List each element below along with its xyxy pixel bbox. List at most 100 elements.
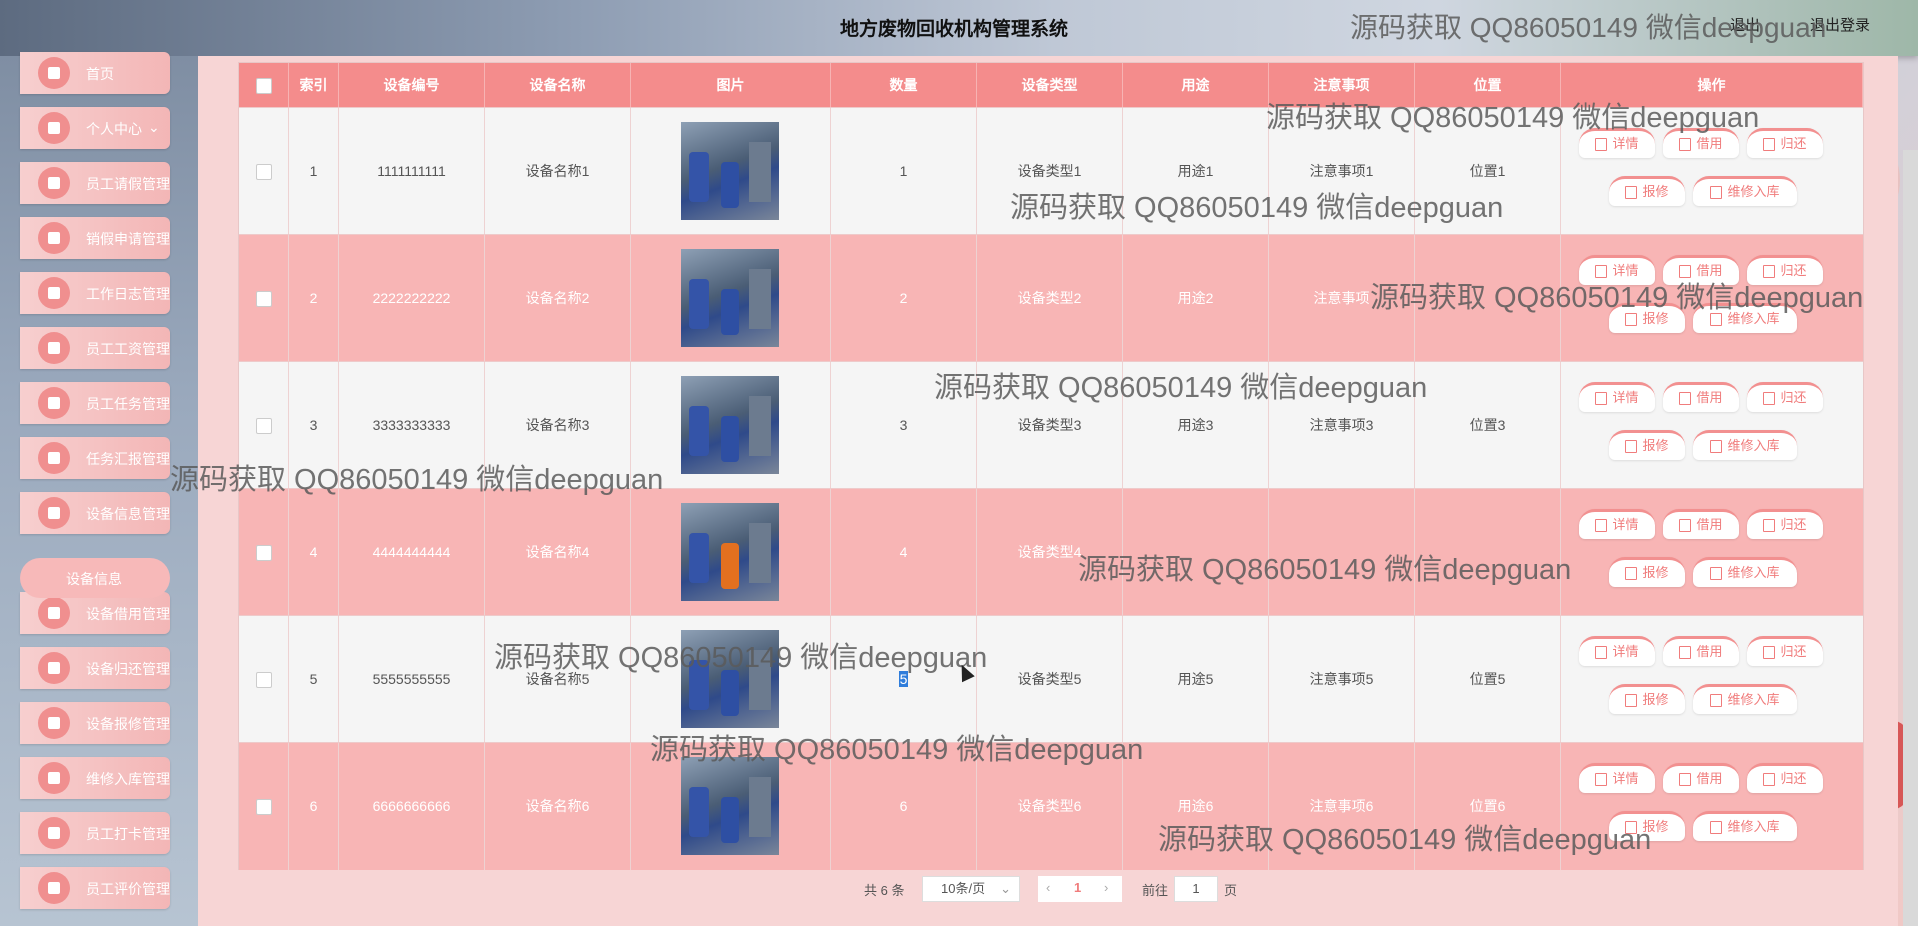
detail-button[interactable]: 详情 bbox=[1579, 636, 1655, 666]
sidebar-item[interactable]: 工作日志管理 bbox=[20, 272, 170, 314]
sidebar-item[interactable]: 设备借用管理 bbox=[20, 592, 170, 634]
cell-text: 位置3 bbox=[1469, 417, 1506, 433]
cell-name: 设备名称2 bbox=[485, 235, 631, 362]
detail-button[interactable]: 详情 bbox=[1579, 255, 1655, 285]
sidebar-item[interactable]: 员工请假管理 bbox=[20, 162, 170, 204]
row-checkbox[interactable] bbox=[255, 164, 272, 181]
monitor-icon bbox=[38, 277, 70, 309]
cell-text: 位置1 bbox=[1469, 163, 1506, 179]
row-checkbox[interactable] bbox=[255, 672, 272, 689]
repair-button[interactable]: 报修 bbox=[1609, 557, 1685, 587]
checkbox[interactable] bbox=[255, 78, 272, 95]
select-all-checkbox[interactable] bbox=[239, 63, 289, 107]
repair-button[interactable]: 报修 bbox=[1609, 176, 1685, 206]
sidebar-item[interactable]: 设备报修管理 bbox=[20, 702, 170, 744]
store-button[interactable]: 维修入库 bbox=[1693, 176, 1797, 206]
return-button[interactable]: 归还 bbox=[1747, 509, 1823, 539]
sidebar-item-label: 设备借用管理 bbox=[86, 606, 170, 622]
scrollbar[interactable] bbox=[1903, 150, 1918, 926]
repair-button[interactable]: 报修 bbox=[1609, 430, 1685, 460]
clipboard-icon bbox=[38, 872, 70, 904]
sidebar-item[interactable]: 设备信息管理 bbox=[20, 492, 170, 534]
cell-type: 设备类型3 bbox=[977, 362, 1123, 489]
next-page-icon[interactable]: › bbox=[1104, 876, 1108, 900]
cell-text: 设备类型1 bbox=[1017, 163, 1082, 179]
store-button[interactable]: 维修入库 bbox=[1693, 557, 1797, 587]
cell-text: 用途1 bbox=[1177, 163, 1214, 179]
row-select-cell bbox=[239, 616, 289, 743]
store-button[interactable]: 维修入库 bbox=[1693, 684, 1797, 714]
cell-loc: 位置3 bbox=[1415, 362, 1561, 489]
return-button[interactable]: 归还 bbox=[1747, 255, 1823, 285]
device-image[interactable] bbox=[681, 630, 779, 728]
document-icon bbox=[1710, 567, 1723, 581]
device-image[interactable] bbox=[681, 122, 779, 220]
detail-button[interactable]: 详情 bbox=[1579, 382, 1655, 412]
row-checkbox[interactable] bbox=[255, 418, 272, 435]
detail-button[interactable]: 详情 bbox=[1579, 763, 1655, 793]
return-button[interactable]: 归还 bbox=[1747, 763, 1823, 793]
return-button[interactable]: 归还 bbox=[1747, 128, 1823, 158]
cell-text: 注意事项5 bbox=[1309, 671, 1374, 687]
sidebar-item[interactable]: 销假申请管理 bbox=[20, 217, 170, 259]
sidebar-item[interactable]: 任务汇报管理 bbox=[20, 437, 170, 479]
sidebar-item[interactable]: 员工工资管理 bbox=[20, 327, 170, 369]
repair-button[interactable]: 报修 bbox=[1609, 303, 1685, 333]
borrow-button[interactable]: 借用 bbox=[1663, 509, 1739, 539]
exit-link[interactable]: 退出 bbox=[1730, 14, 1760, 35]
cell-use: 用途5 bbox=[1123, 616, 1269, 743]
button-label: 详情 bbox=[1612, 390, 1639, 405]
sidebar-item-label: 维修入库管理 bbox=[86, 771, 170, 787]
cell-name: 设备名称6 bbox=[485, 743, 631, 870]
sidebar-item[interactable]: 员工任务管理 bbox=[20, 382, 170, 424]
row-checkbox[interactable] bbox=[255, 291, 272, 308]
detail-button[interactable]: 详情 bbox=[1579, 509, 1655, 539]
document-icon bbox=[1679, 773, 1692, 787]
sidebar-item[interactable]: 员工打卡管理 bbox=[20, 812, 170, 854]
cell-text: 注意事项1 bbox=[1309, 163, 1374, 179]
cell-qty: 1 bbox=[831, 108, 977, 235]
device-image[interactable] bbox=[681, 757, 779, 855]
cell-type: 设备类型4 bbox=[977, 489, 1123, 616]
row-checkbox[interactable] bbox=[255, 799, 272, 816]
device-image[interactable] bbox=[681, 249, 779, 347]
prev-page-icon[interactable]: ‹ bbox=[1046, 876, 1050, 900]
sidebar-item[interactable]: 员工评价管理 bbox=[20, 867, 170, 909]
return-button[interactable]: 归还 bbox=[1747, 636, 1823, 666]
store-button[interactable]: 维修入库 bbox=[1693, 430, 1797, 460]
store-button[interactable]: 维修入库 bbox=[1693, 811, 1797, 841]
chevron-down-icon: ⌄ bbox=[1000, 881, 1011, 896]
logout-link[interactable]: 退出登录 bbox=[1810, 14, 1870, 35]
borrow-button[interactable]: 借用 bbox=[1663, 636, 1739, 666]
current-page[interactable]: 1 bbox=[1074, 876, 1081, 900]
sidebar-item[interactable]: 个人中心 ⌄ bbox=[20, 107, 170, 149]
grid-icon bbox=[38, 387, 70, 419]
page-size-select[interactable]: 10条/页 ⌄ bbox=[922, 876, 1020, 902]
sidebar-item[interactable]: 首页 bbox=[20, 52, 170, 94]
cell-loc: 位置1 bbox=[1415, 108, 1561, 235]
device-image[interactable] bbox=[681, 376, 779, 474]
repair-button[interactable]: 报修 bbox=[1609, 811, 1685, 841]
borrow-button[interactable]: 借用 bbox=[1663, 382, 1739, 412]
sidebar-item-label: 员工评价管理 bbox=[86, 881, 170, 897]
cell-note: 注意事项 bbox=[1269, 235, 1415, 362]
cell-text: 设备名称1 bbox=[525, 163, 590, 179]
detail-button[interactable]: 详情 bbox=[1579, 128, 1655, 158]
repair-button[interactable]: 报修 bbox=[1609, 684, 1685, 714]
device-image[interactable] bbox=[681, 503, 779, 601]
store-button[interactable]: 维修入库 bbox=[1693, 303, 1797, 333]
return-button[interactable]: 归还 bbox=[1747, 382, 1823, 412]
cell-use: 用途6 bbox=[1123, 743, 1269, 870]
button-label: 报修 bbox=[1642, 311, 1669, 326]
borrow-button[interactable]: 借用 bbox=[1663, 128, 1739, 158]
device-image-cell bbox=[631, 616, 831, 743]
borrow-button[interactable]: 借用 bbox=[1663, 763, 1739, 793]
button-label: 归还 bbox=[1780, 644, 1807, 659]
sidebar-item[interactable]: 维修入库管理 bbox=[20, 757, 170, 799]
cell-note: 注意事项3 bbox=[1269, 362, 1415, 489]
sidebar-subitem-device-info[interactable]: 设备信息 bbox=[20, 558, 170, 598]
row-checkbox[interactable] bbox=[255, 545, 272, 562]
goto-page-input[interactable]: 1 bbox=[1174, 876, 1218, 902]
borrow-button[interactable]: 借用 bbox=[1663, 255, 1739, 285]
sidebar-item[interactable]: 设备归还管理 bbox=[20, 647, 170, 689]
